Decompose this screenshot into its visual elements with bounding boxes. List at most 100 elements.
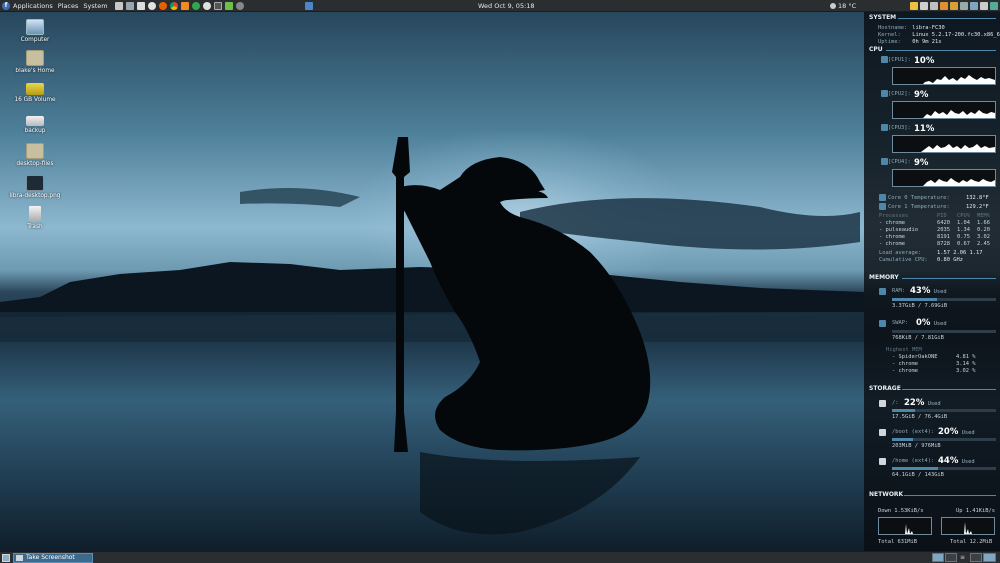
file-manager-icon[interactable] <box>125 1 134 10</box>
taskbar-item-take-screenshot[interactable]: Take Screenshot <box>13 553 93 563</box>
power-icon[interactable] <box>235 1 244 10</box>
process-row: - chrome 8191 0.75 3.02 <box>879 234 990 240</box>
folder-icon <box>26 143 44 159</box>
network-up-speed: Up 1.41KiB/s <box>956 508 995 514</box>
workspace-1[interactable] <box>932 553 944 562</box>
text-editor-icon[interactable] <box>136 1 145 10</box>
memory-chip-icon <box>879 288 886 295</box>
network-down-graph <box>878 517 932 535</box>
divider <box>886 50 996 51</box>
workspace-2[interactable] <box>945 553 957 562</box>
document-icon[interactable] <box>114 1 123 10</box>
desktop-icon-label: 16 GB Volume <box>14 97 56 103</box>
cpu-core-label: [CPU1]: <box>888 57 911 63</box>
desktop-icon-volume[interactable]: 16 GB Volume <box>8 81 62 103</box>
cpu-chip-icon <box>881 124 888 131</box>
storage-usage: 44% Used <box>938 456 975 466</box>
ram-detail: 3.37GiB / 7.69GiB <box>892 303 948 309</box>
load-average: Load average: 1.57 2.06 1.17 <box>879 250 983 256</box>
bluetooth-icon[interactable] <box>920 2 928 10</box>
storage-bar-fill <box>892 409 915 412</box>
image-file-icon <box>26 175 44 191</box>
process-row: - pulseaudio 2035 1.34 0.20 <box>879 227 990 233</box>
battery-icon[interactable] <box>990 2 998 10</box>
chrome-icon[interactable] <box>169 1 178 10</box>
hard-drive-icon <box>879 458 886 465</box>
dropbox-icon[interactable] <box>304 1 313 10</box>
weather-applet[interactable]: 18 °C <box>830 0 856 12</box>
fedora-logo-icon[interactable]: f <box>2 1 10 10</box>
desktop-icon-libra-png[interactable]: libra-desktop.png <box>8 175 62 199</box>
package-icon[interactable] <box>940 2 948 10</box>
process-row: - chrome 6420 1.04 1.66 <box>879 220 990 226</box>
section-title-system: SYSTEM <box>869 14 897 21</box>
drive-icon <box>26 116 44 126</box>
network-icon[interactable] <box>970 2 978 10</box>
cpu-core-graph <box>892 135 996 153</box>
cpu-core-percent: 11% <box>914 124 935 134</box>
taskbar-item-label: Take Screenshot <box>26 554 75 561</box>
section-title-memory: MEMORY <box>869 274 899 281</box>
ram-bar <box>892 298 996 301</box>
menu-places[interactable]: Places <box>58 2 79 10</box>
vlc-icon[interactable] <box>180 1 189 10</box>
menu-system[interactable]: System <box>83 2 107 10</box>
storage-usage: 22% Used <box>904 398 941 408</box>
volume-icon[interactable] <box>980 2 988 10</box>
cpu-temp-row: Core 1 Temperature: 129.2°F <box>888 204 989 210</box>
storage-mount-label: /home (ext4): <box>892 458 935 464</box>
notification-icon[interactable] <box>910 2 918 10</box>
network-total-down: Total 631MiB <box>878 539 917 545</box>
section-title-storage: STORAGE <box>869 385 901 392</box>
workspace-3[interactable] <box>970 553 982 562</box>
user-icon[interactable] <box>960 2 968 10</box>
cpu-temp-row: Core 0 Temperature: 132.8°F <box>888 195 989 201</box>
gimp-icon[interactable] <box>202 1 211 10</box>
cpu-core-graph <box>892 169 996 187</box>
weather-icon <box>830 3 836 9</box>
divider <box>898 18 996 19</box>
storage-mount-label: /: <box>892 400 899 406</box>
desktop-wallpaper <box>0 12 1000 551</box>
process-row: - chrome 8728 0.67 2.45 <box>879 241 990 247</box>
screen-icon[interactable] <box>213 1 222 10</box>
highest-mem-title: Highest MEM <box>886 347 922 353</box>
main-menu: f Applications Places System <box>0 0 113 12</box>
settings-icon[interactable] <box>147 1 156 10</box>
swap-detail: 768KiB / 7.81GiB <box>892 335 944 341</box>
desktop-icon-backup[interactable]: backup <box>8 112 62 134</box>
thermometer-icon <box>879 194 886 201</box>
launcher-bar <box>114 1 316 10</box>
storage-detail: 17.5GiB / 76.4GiB <box>892 414 948 420</box>
firefox-icon[interactable] <box>158 1 167 10</box>
swap-bar <box>892 330 996 333</box>
cpu-chip-icon <box>881 158 888 165</box>
storage-usage: 20% Used <box>938 427 975 437</box>
storage-detail: 64.1GiB / 143GiB <box>892 472 944 478</box>
divider <box>902 389 996 390</box>
clock[interactable]: Wed Oct 9, 05:18 <box>478 0 535 12</box>
process-header: Processes PID CPU% MEM% <box>879 213 990 219</box>
desktop-icon-home[interactable]: blake's Home <box>8 50 62 74</box>
workspace-switcher-icon[interactable]: ≡ <box>958 553 967 562</box>
storage-bar-fill <box>892 467 938 470</box>
hard-drive-icon <box>879 400 886 407</box>
menu-applications[interactable]: Applications <box>13 2 53 10</box>
desktop-icon-label: blake's Home <box>15 68 55 74</box>
show-desktop-icon[interactable] <box>2 554 10 562</box>
tools-icon[interactable] <box>224 1 233 10</box>
eye-icon[interactable] <box>930 2 938 10</box>
conky-monitor: SYSTEM Hostname: libra-FC30 Kernel: Linu… <box>864 12 1000 551</box>
network-down-speed: Down 1.53KiB/s <box>878 508 924 514</box>
desktop-icon-label: backup <box>24 128 46 134</box>
terminal-icon[interactable] <box>191 1 200 10</box>
divider <box>902 278 996 279</box>
desktop-icon-computer[interactable]: Computer <box>8 19 62 43</box>
trash-applet-icon[interactable] <box>983 553 996 562</box>
drive-icon <box>26 83 44 95</box>
desktop-icon-trash[interactable]: Trash <box>8 206 62 230</box>
updates-icon[interactable] <box>950 2 958 10</box>
desktop-icon-label: desktop-files <box>16 161 54 167</box>
desktop-icon-desktop-files[interactable]: desktop-files <box>8 143 62 167</box>
ram-label: RAM: <box>892 288 905 294</box>
